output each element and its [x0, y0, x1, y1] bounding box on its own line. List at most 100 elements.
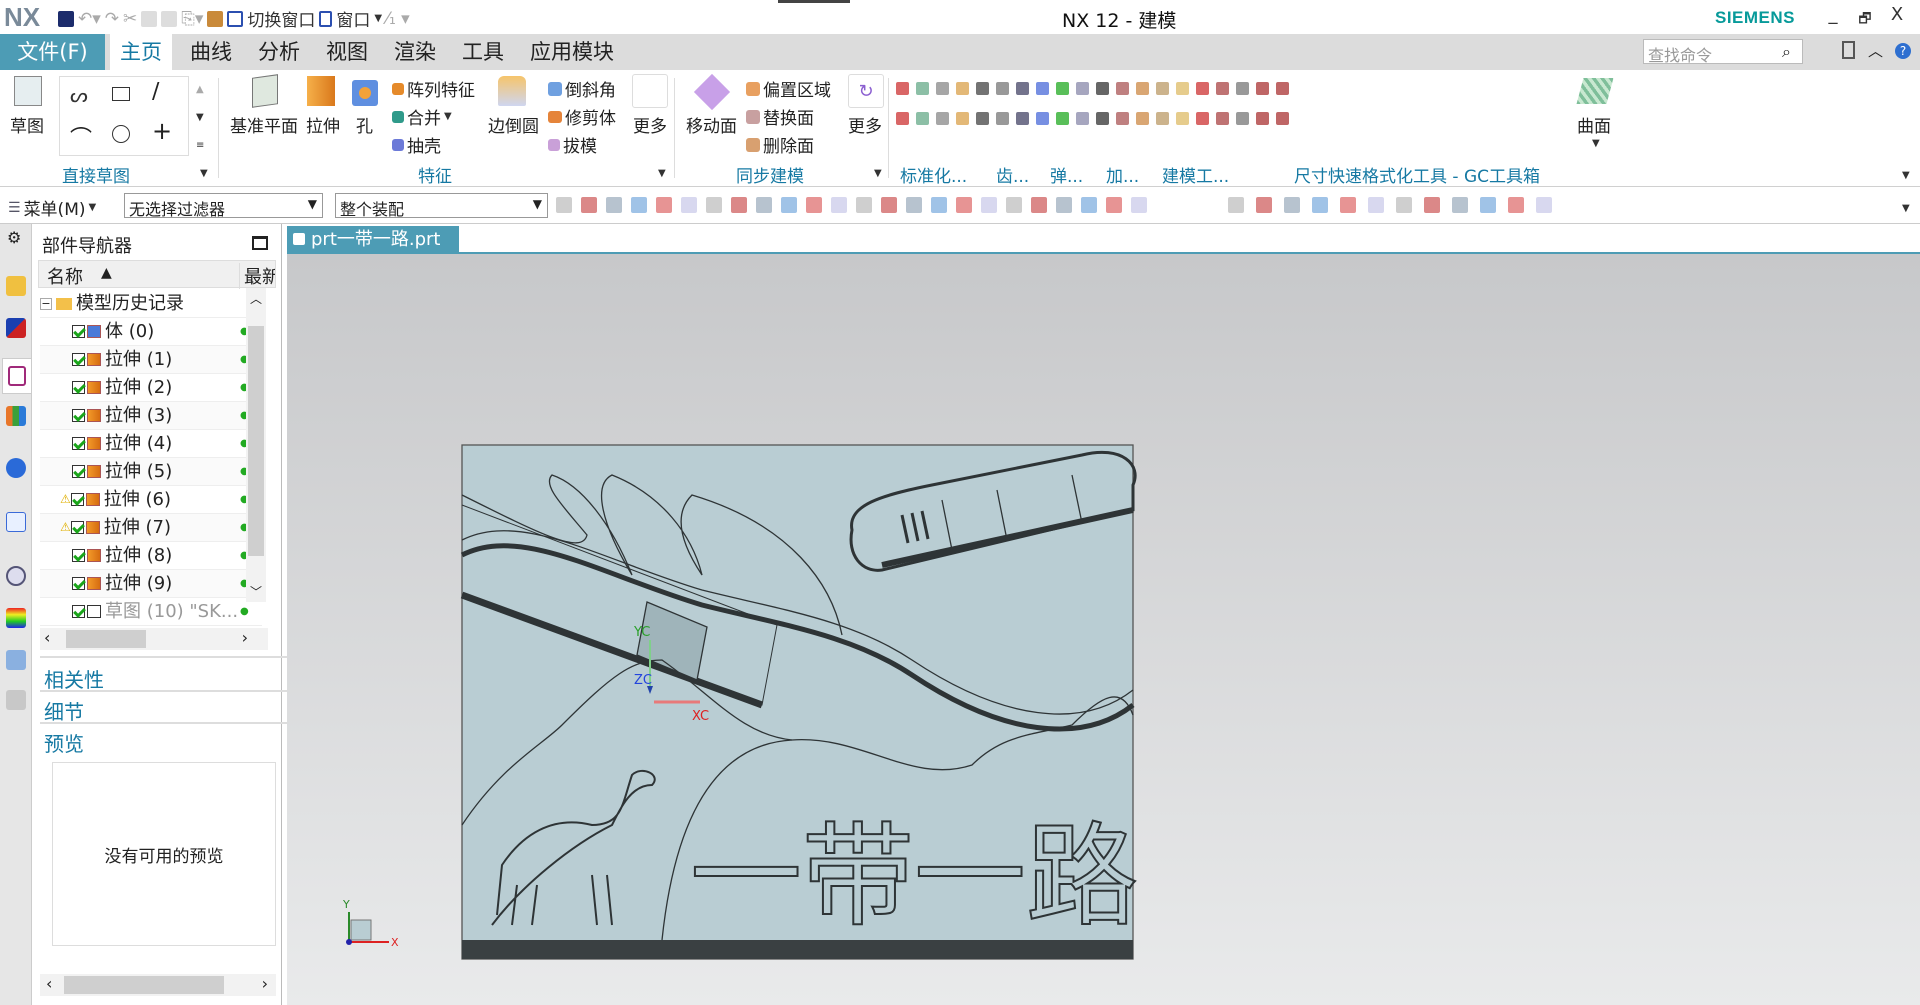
- tool-icon[interactable]: [956, 112, 969, 125]
- bottom-scrollbar[interactable]: ‹ ›: [40, 974, 276, 996]
- tab-analysis[interactable]: 分析: [248, 34, 310, 70]
- tree-root[interactable]: − 模型历史记录: [40, 290, 262, 318]
- shell-button[interactable]: 抽壳: [392, 132, 441, 157]
- snap-icon[interactable]: [806, 197, 822, 213]
- restore-button[interactable]: 🗗: [1850, 8, 1880, 32]
- tool-icon[interactable]: [1096, 82, 1109, 95]
- tool-icon[interactable]: [996, 112, 1009, 125]
- tree-item[interactable]: 体 (0) ●: [40, 318, 262, 346]
- tool-icon[interactable]: [1176, 112, 1189, 125]
- snap-icon[interactable]: [1480, 197, 1496, 213]
- visibility-checkbox[interactable]: [72, 381, 85, 394]
- undo-icon[interactable]: ↶▾: [78, 9, 101, 29]
- part-navigator-tab[interactable]: [2, 358, 32, 394]
- scrollbar-thumb[interactable]: [64, 976, 224, 994]
- gallery-scroll-up[interactable]: ▲: [196, 84, 204, 95]
- tool-icon[interactable]: [1016, 82, 1029, 95]
- customize-icon[interactable]: ⁄₁ ▾: [386, 9, 410, 29]
- scrollbar-thumb[interactable]: [66, 630, 146, 648]
- ribbon-options[interactable]: ▼: [1902, 170, 1910, 181]
- snap-icon[interactable]: [1081, 197, 1097, 213]
- assembly-navigator-icon[interactable]: [6, 276, 26, 296]
- tree-item[interactable]: ⚠ 拉伸 (6) ●: [40, 486, 262, 514]
- tool-icon[interactable]: [1156, 82, 1169, 95]
- tab-application[interactable]: 应用模块: [520, 34, 624, 70]
- studio-spline-icon[interactable]: ᔕ: [70, 83, 88, 107]
- tool-icon[interactable]: [956, 82, 969, 95]
- tool-icon[interactable]: [916, 112, 929, 125]
- tool-icon[interactable]: [996, 82, 1009, 95]
- extrude-button[interactable]: 拉伸: [306, 112, 340, 137]
- visibility-checkbox[interactable]: [72, 325, 85, 338]
- menu-button[interactable]: ☰ 菜单(M) ▼: [8, 195, 96, 221]
- line-icon[interactable]: ∕: [152, 79, 159, 104]
- visibility-checkbox[interactable]: [70, 521, 84, 534]
- tool-icon[interactable]: [976, 112, 989, 125]
- horizontal-scrollbar[interactable]: ‹ ›: [40, 628, 268, 650]
- tool-icon[interactable]: [896, 112, 909, 125]
- snap-icon[interactable]: [906, 197, 922, 213]
- tool-icon[interactable]: [1216, 112, 1229, 125]
- snap-icon[interactable]: [931, 197, 947, 213]
- snap-icon[interactable]: [1131, 197, 1147, 213]
- pattern-feature-button[interactable]: 阵列特征: [392, 76, 475, 101]
- snap-icon[interactable]: [756, 197, 772, 213]
- draft-button[interactable]: 拔模: [548, 132, 597, 157]
- copy-icon[interactable]: [141, 10, 158, 27]
- snap-icon[interactable]: [981, 197, 997, 213]
- tool-icon[interactable]: [1016, 112, 1029, 125]
- repeat-command-icon[interactable]: ⎘▾: [181, 9, 203, 29]
- snap-icon[interactable]: [656, 197, 672, 213]
- tab-view[interactable]: 视图: [316, 34, 378, 70]
- snap-icon[interactable]: [731, 197, 747, 213]
- tree-item[interactable]: ⚠ 拉伸 (7) ●: [40, 514, 262, 542]
- visibility-checkbox[interactable]: [72, 605, 85, 618]
- tool-icon[interactable]: [1136, 112, 1149, 125]
- settings-icon[interactable]: ⚙: [7, 228, 21, 247]
- web-browser-icon[interactable]: [6, 458, 26, 478]
- tool-icon[interactable]: [1256, 82, 1269, 95]
- tool-icon[interactable]: [976, 82, 989, 95]
- snap-icon[interactable]: [556, 197, 572, 213]
- circle-icon[interactable]: [112, 125, 130, 143]
- group-menu-feature[interactable]: ▼: [658, 168, 666, 179]
- tool-icon[interactable]: [1036, 82, 1049, 95]
- close-button[interactable]: X: [1882, 4, 1912, 25]
- visibility-checkbox[interactable]: [72, 409, 85, 422]
- selection-scope-dropdown[interactable]: 整个装配 ▼: [335, 193, 548, 219]
- maximize-panel-icon[interactable]: [252, 236, 268, 250]
- snap-icon[interactable]: [631, 197, 647, 213]
- cut-icon[interactable]: ✂: [123, 9, 137, 29]
- role-icon[interactable]: [6, 650, 26, 670]
- constraint-navigator-icon[interactable]: [6, 318, 26, 338]
- save-icon[interactable]: [58, 10, 74, 27]
- tool-icon[interactable]: [1116, 112, 1129, 125]
- visibility-checkbox[interactable]: [72, 353, 85, 366]
- tree-item[interactable]: 拉伸 (5) ●: [40, 458, 262, 486]
- point-icon[interactable]: +: [152, 117, 172, 145]
- tree-item[interactable]: 拉伸 (9) ●: [40, 570, 262, 598]
- tool-icon[interactable]: [1256, 112, 1269, 125]
- document-tab[interactable]: prt一带一路.prt ×: [287, 226, 459, 278]
- hole-button[interactable]: 孔: [356, 112, 373, 137]
- switch-window-button[interactable]: 切换窗口: [247, 6, 315, 31]
- snap-icon[interactable]: [1106, 197, 1122, 213]
- delete-face-button[interactable]: 删除面: [746, 132, 814, 157]
- sketch-button[interactable]: 草图: [10, 112, 44, 137]
- snap-icon[interactable]: [1312, 197, 1328, 213]
- tool-icon[interactable]: [1276, 112, 1289, 125]
- snap-icon[interactable]: [1228, 197, 1244, 213]
- column-header-name[interactable]: 名称: [47, 263, 83, 289]
- snap-icon[interactable]: [1368, 197, 1384, 213]
- snap-icon[interactable]: [681, 197, 697, 213]
- tool-icon[interactable]: [1236, 82, 1249, 95]
- snap-icon[interactable]: [781, 197, 797, 213]
- tool-icon[interactable]: [1056, 112, 1069, 125]
- snap-icon[interactable]: [1256, 197, 1272, 213]
- tool-icon[interactable]: [1196, 82, 1209, 95]
- tool-icon[interactable]: [1076, 82, 1089, 95]
- tool-icon[interactable]: [1216, 82, 1229, 95]
- tool-icon[interactable]: [1196, 112, 1209, 125]
- history-icon[interactable]: [6, 512, 26, 532]
- snap-icon[interactable]: [606, 197, 622, 213]
